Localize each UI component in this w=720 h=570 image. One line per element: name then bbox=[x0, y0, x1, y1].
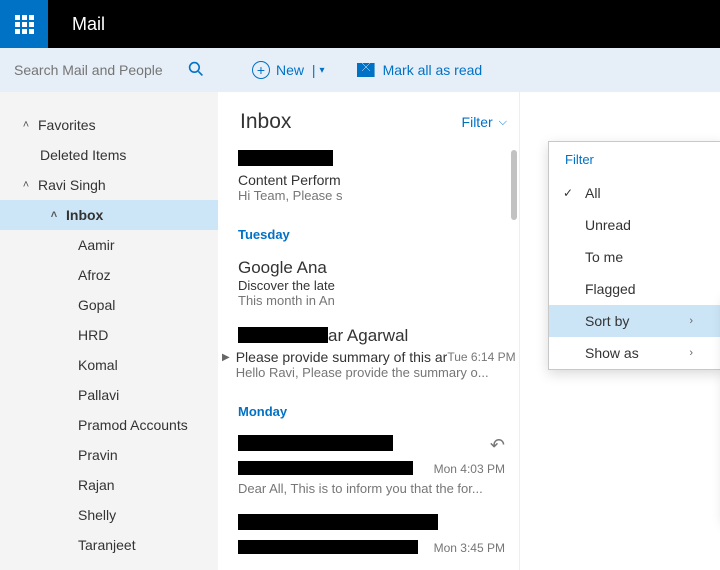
sidebar-subfolder[interactable]: Komal bbox=[0, 350, 218, 380]
message-list-pane: Inbox Filter ⌵ Content Perform Hi Team, … bbox=[218, 92, 520, 570]
expand-icon[interactable]: ▶ bbox=[222, 349, 230, 367]
sidebar-subfolder[interactable]: Aamir bbox=[0, 230, 218, 260]
mark-read-label: Mark all as read bbox=[383, 62, 483, 78]
filter-menu-item[interactable]: To me bbox=[549, 241, 720, 273]
sidebar-subfolder[interactable]: Taranjeet bbox=[0, 530, 218, 560]
chevron-right-icon: › bbox=[689, 315, 693, 327]
group-header: Tuesday bbox=[238, 215, 519, 252]
chevron-down-icon: ⌵ bbox=[499, 116, 507, 129]
sidebar-favorites[interactable]: ˄ Favorites bbox=[0, 110, 218, 140]
sidebar-deleted-items[interactable]: Deleted Items bbox=[0, 140, 218, 170]
sidebar-subfolder[interactable]: Pramod Accounts bbox=[0, 410, 218, 440]
command-bar: + New | ▾ Mark all as read bbox=[0, 48, 720, 92]
sidebar-subfolder[interactable]: Pallavi bbox=[0, 380, 218, 410]
folder-title: Inbox bbox=[240, 110, 291, 134]
sidebar-account[interactable]: ˄ Ravi Singh bbox=[0, 170, 218, 200]
search-input[interactable] bbox=[14, 62, 164, 78]
sender-redacted bbox=[238, 435, 393, 451]
filter-menu-item[interactable]: Flagged bbox=[549, 273, 720, 305]
mail-icon bbox=[357, 63, 375, 77]
filter-menu-item[interactable]: Show as› bbox=[549, 337, 720, 369]
plus-icon: + bbox=[252, 61, 270, 79]
menu-heading: Filter bbox=[549, 142, 720, 177]
sidebar-subfolder[interactable]: Shelly bbox=[0, 500, 218, 530]
message-item[interactable]: ↶ Mon 4:03 PM Dear All, This is to infor… bbox=[238, 429, 519, 508]
message-item[interactable]: Google Ana Discover the late This month … bbox=[238, 252, 519, 320]
reply-icon[interactable]: ↶ bbox=[490, 435, 505, 456]
sender-redacted bbox=[238, 514, 438, 530]
chevron-up-icon: ˄ bbox=[20, 179, 32, 191]
filter-button[interactable]: Filter ⌵ bbox=[462, 114, 507, 130]
app-launcher[interactable] bbox=[0, 0, 48, 48]
search-icon[interactable] bbox=[188, 61, 204, 80]
message-item[interactable]: Mon 3:45 PM bbox=[238, 508, 519, 570]
filter-menu-item[interactable]: All bbox=[549, 177, 720, 209]
subject-redacted bbox=[238, 461, 413, 475]
chevron-right-icon: › bbox=[689, 347, 693, 359]
new-button[interactable]: + New | ▾ bbox=[242, 55, 335, 85]
sidebar-subfolder[interactable]: Afroz bbox=[0, 260, 218, 290]
sidebar-inbox[interactable]: ˄ Inbox bbox=[0, 200, 218, 230]
chevron-down-icon[interactable]: ▾ bbox=[320, 65, 325, 76]
mark-all-read-button[interactable]: Mark all as read bbox=[347, 56, 493, 84]
scrollbar[interactable] bbox=[509, 150, 519, 570]
message-item[interactable]: Content Perform Hi Team, Please s bbox=[238, 144, 519, 215]
filter-menu: Filter AllUnreadTo meFlaggedSort by›Show… bbox=[548, 141, 720, 370]
subject-redacted bbox=[238, 540, 418, 554]
message-list: Content Perform Hi Team, Please s Tuesda… bbox=[218, 144, 519, 570]
scroll-thumb[interactable] bbox=[511, 150, 517, 220]
nav-sidebar: ˄ Favorites Deleted Items ˄ Ravi Singh ˄… bbox=[0, 92, 218, 570]
app-title: Mail bbox=[48, 0, 105, 48]
sidebar-subfolder[interactable]: HRD bbox=[0, 320, 218, 350]
filter-menu-item[interactable]: Unread bbox=[549, 209, 720, 241]
new-label: New bbox=[276, 62, 304, 78]
message-item[interactable]: ar Agarwal ▶ Please provide summary of t… bbox=[238, 320, 519, 392]
sender-redacted bbox=[238, 150, 333, 166]
title-bar: Mail bbox=[0, 0, 720, 48]
waffle-icon bbox=[15, 15, 34, 34]
group-header: Monday bbox=[238, 392, 519, 429]
sidebar-subfolder[interactable]: Rajan bbox=[0, 470, 218, 500]
sidebar-subfolder[interactable]: Gopal bbox=[0, 290, 218, 320]
sidebar-subfolder[interactable]: Pravin bbox=[0, 440, 218, 470]
chevron-up-icon: ˄ bbox=[48, 209, 60, 221]
search-box[interactable] bbox=[0, 48, 218, 92]
chevron-up-icon: ˄ bbox=[20, 119, 32, 131]
filter-menu-item[interactable]: Sort by› bbox=[549, 305, 720, 337]
sender-redacted bbox=[238, 327, 328, 343]
